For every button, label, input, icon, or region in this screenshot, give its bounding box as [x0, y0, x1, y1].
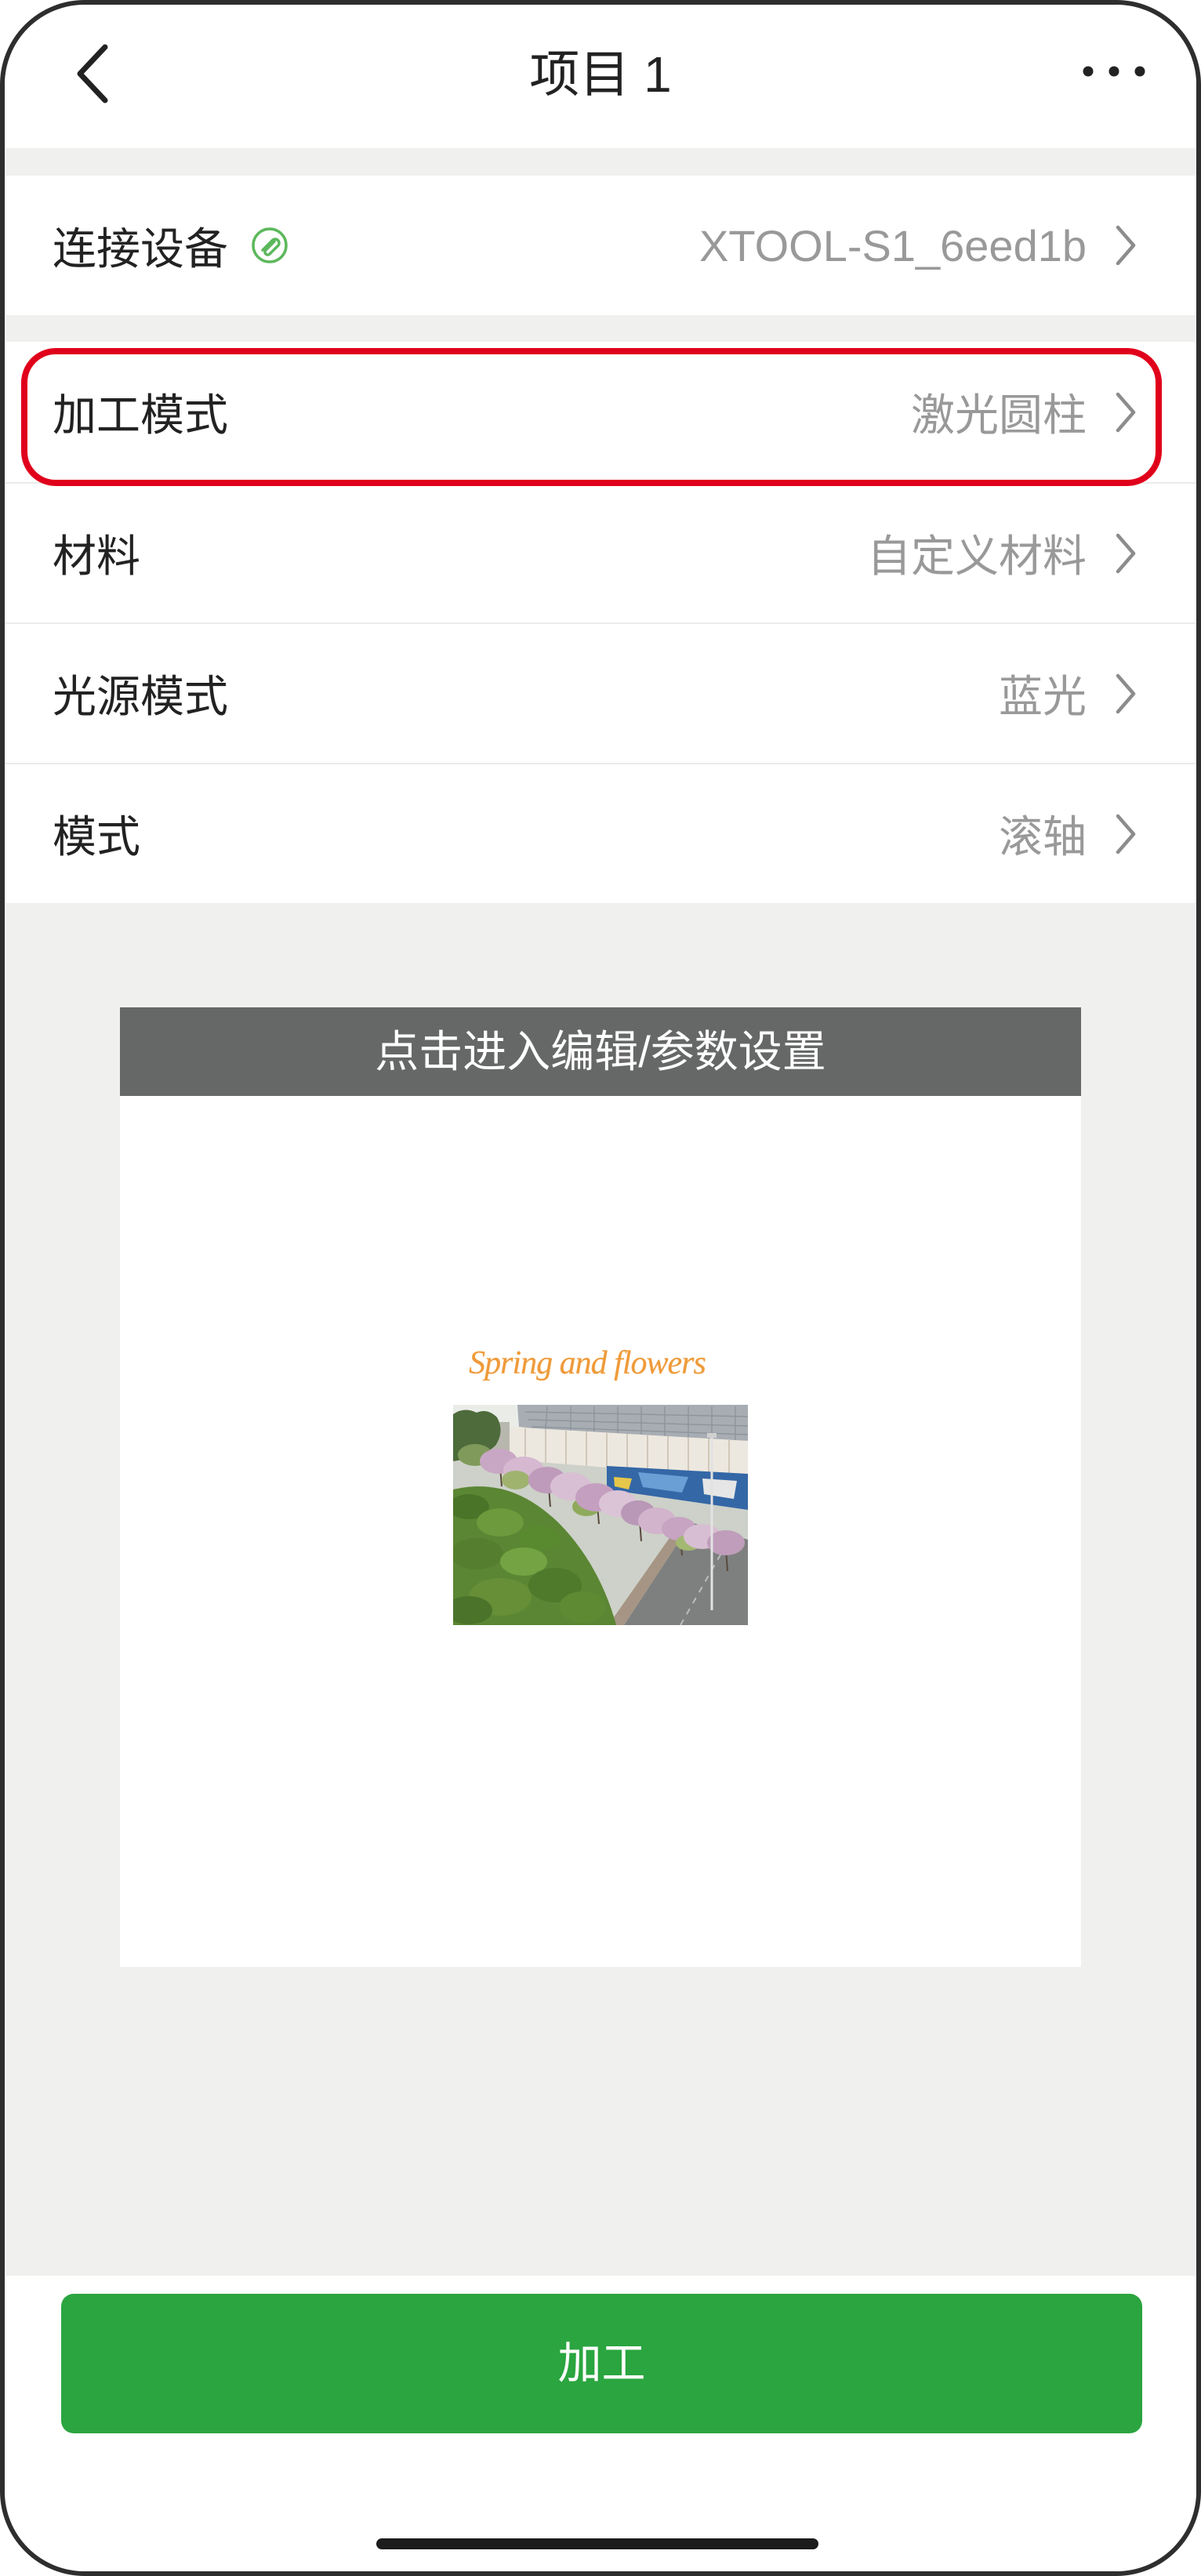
design-preview-card[interactable]: 点击进入编辑/参数设置 Spring and flowers — [120, 1007, 1081, 1967]
setting-row-processing-mode[interactable]: 加工模式 激光圆柱 — [5, 342, 1196, 486]
connected-device-row[interactable]: 连接设备 XTOOL-S1_6eed1b — [5, 176, 1196, 315]
design-title-text: Spring and flowers — [469, 1345, 706, 1381]
bottom-action-bar: 加工 — [5, 2276, 1196, 2571]
setting-row-material[interactable]: 材料 自定义材料 — [5, 482, 1196, 622]
device-label: 连接设备 — [53, 223, 228, 274]
chevron-right-icon — [1116, 392, 1136, 432]
page-title: 项目 1 — [529, 46, 672, 103]
more-horizontal-icon — [1083, 66, 1145, 77]
phone-frame: 项目 1 连接设备 XTOOL-S1_6eed1b 加工模式 激光圆柱 材料 自… — [0, 0, 1201, 2576]
setting-value: 自定义材料 — [867, 532, 1087, 581]
setting-row-mode[interactable]: 模式 滚轴 — [5, 763, 1196, 903]
chevron-right-icon — [1116, 225, 1136, 266]
chevron-right-icon — [1116, 814, 1136, 854]
process-button[interactable]: 加工 — [61, 2294, 1142, 2433]
connected-link-icon — [252, 227, 288, 263]
setting-label: 模式 — [53, 812, 140, 862]
setting-label: 光源模式 — [53, 672, 228, 721]
setting-value: 滚轴 — [999, 812, 1087, 862]
setting-row-light-source[interactable]: 光源模式 蓝光 — [5, 622, 1196, 763]
chevron-right-icon — [1116, 673, 1136, 713]
back-button[interactable] — [55, 28, 130, 119]
chevron-left-icon — [77, 44, 108, 103]
setting-label: 加工模式 — [53, 390, 228, 440]
design-photo — [453, 1405, 748, 1625]
chevron-right-icon — [1116, 533, 1136, 573]
setting-value: 激光圆柱 — [911, 390, 1087, 440]
setting-value: 蓝光 — [999, 672, 1087, 721]
device-name-value: XTOOL-S1_6eed1b — [699, 220, 1087, 270]
more-button[interactable] — [1071, 44, 1157, 99]
settings-list: 加工模式 激光圆柱 材料 自定义材料 光源模式 蓝光 模式 滚轴 — [5, 342, 1196, 903]
edit-settings-banner[interactable]: 点击进入编辑/参数设置 — [120, 1007, 1081, 1096]
home-indicator[interactable] — [376, 2538, 818, 2549]
setting-label: 材料 — [53, 532, 140, 581]
top-bar: 项目 1 — [5, 5, 1196, 148]
